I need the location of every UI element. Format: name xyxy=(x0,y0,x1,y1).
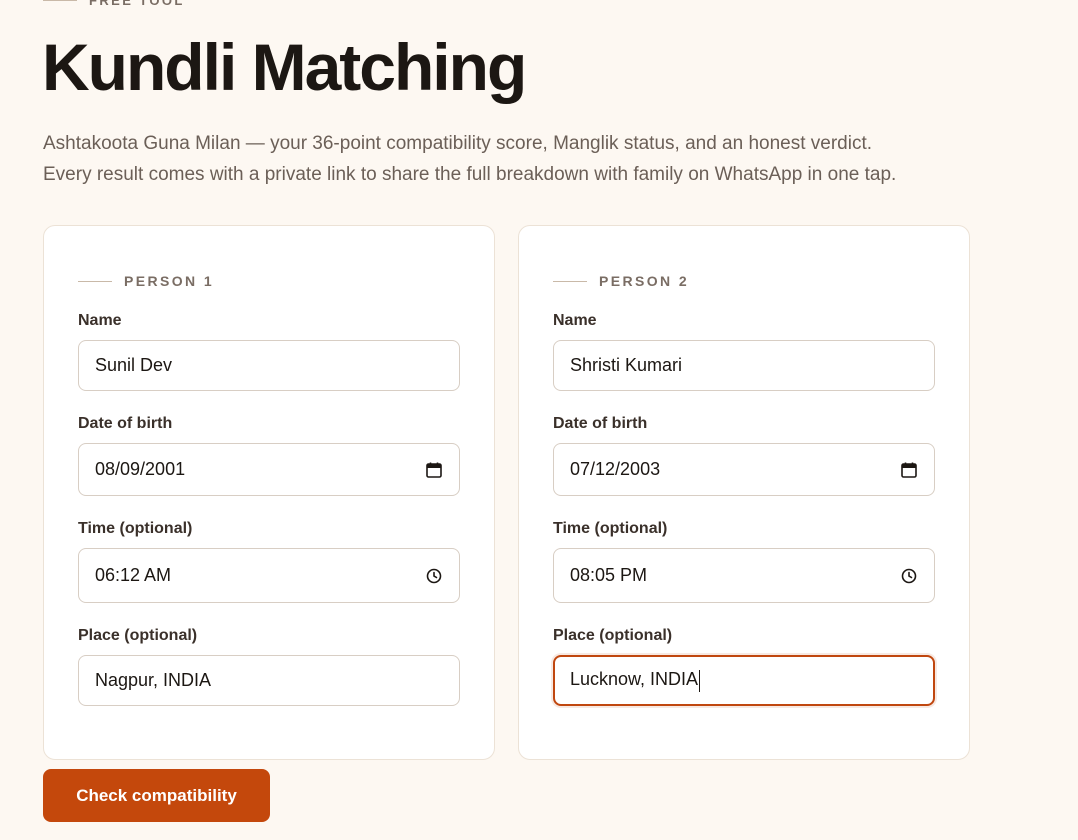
person-2-dob-input[interactable]: 07/12/2003 xyxy=(553,443,935,496)
person-2-dob-value: 07/12/2003 xyxy=(570,459,661,479)
person-1-heading-label: PERSON 1 xyxy=(124,273,214,289)
person-2-dob-label: Date of birth xyxy=(553,415,648,432)
person-1-name-input[interactable]: Sunil Dev xyxy=(78,340,460,391)
eyebrow: FREE TOOL xyxy=(43,0,185,8)
person-2-heading-label: PERSON 2 xyxy=(599,273,689,289)
person-1-card: PERSON 1 Name Sunil Dev Date of birth 08… xyxy=(43,225,495,760)
subtitle-line-1: Ashtakoota Guna Milan — your 36-point co… xyxy=(43,133,873,154)
person-1-name-label: Name xyxy=(78,312,122,329)
person-2-place-text: Lucknow, INDIA xyxy=(570,669,701,692)
heading-rule xyxy=(78,280,112,282)
eyebrow-label: FREE TOOL xyxy=(89,0,185,8)
person-1-place-input[interactable]: Nagpur, INDIA xyxy=(78,655,460,706)
person-2-name-input[interactable]: Shristi Kumari xyxy=(553,340,935,391)
person-2-time-input[interactable]: 08:05 PM xyxy=(553,548,935,603)
person-1-place-value: Nagpur, INDIA xyxy=(95,670,212,690)
person-1-time-value: 06:12 AM xyxy=(95,565,172,585)
calendar-icon[interactable] xyxy=(425,461,443,479)
person-1-heading: PERSON 1 xyxy=(78,273,214,289)
heading-rule xyxy=(553,280,587,282)
person-1-dob-value: 08/09/2001 xyxy=(95,459,186,479)
person-2-place-label: Place (optional) xyxy=(553,627,673,644)
person-2-name-label: Name xyxy=(553,312,597,329)
page-subtitle: Ashtakoota Guna Milan — your 36-point co… xyxy=(43,128,1003,190)
person-2-place-input[interactable]: Lucknow, INDIA xyxy=(553,655,935,706)
page-title: Kundli Matching xyxy=(42,30,527,104)
text-caret xyxy=(699,669,701,692)
calendar-icon[interactable] xyxy=(900,461,918,479)
clock-icon[interactable] xyxy=(425,567,443,585)
person-1-time-input[interactable]: 06:12 AM xyxy=(78,548,460,603)
person-2-time-value: 08:05 PM xyxy=(570,565,648,585)
kundli-matching-page: FREE TOOL Kundli Matching Ashtakoota Gun… xyxy=(0,0,1078,840)
person-1-time-label: Time (optional) xyxy=(78,520,193,537)
person-2-time-label: Time (optional) xyxy=(553,520,668,537)
subtitle-line-2: Every result comes with a private link t… xyxy=(43,164,897,185)
person-2-name-value: Shristi Kumari xyxy=(570,355,683,375)
person-1-dob-input[interactable]: 08/09/2001 xyxy=(78,443,460,496)
person-1-name-value: Sunil Dev xyxy=(95,355,173,375)
eyebrow-rule xyxy=(43,0,77,1)
person-2-heading: PERSON 2 xyxy=(553,273,689,289)
person-1-place-label: Place (optional) xyxy=(78,627,198,644)
person-2-card: PERSON 2 Name Shristi Kumari Date of bir… xyxy=(518,225,970,760)
check-compatibility-button[interactable]: Check compatibility xyxy=(43,769,270,822)
person-1-dob-label: Date of birth xyxy=(78,415,173,432)
person-2-place-value: Lucknow, INDIA xyxy=(570,669,699,690)
clock-icon[interactable] xyxy=(900,567,918,585)
